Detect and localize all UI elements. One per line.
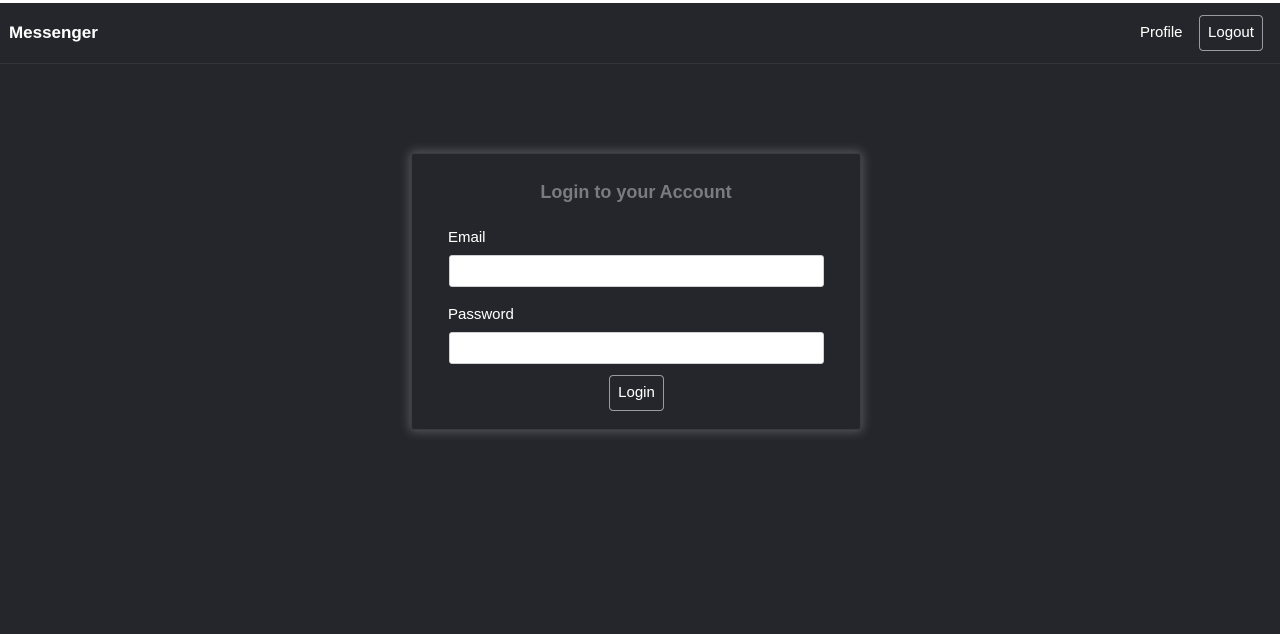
password-label: Password xyxy=(448,306,514,323)
brand-link[interactable]: Messenger xyxy=(9,23,98,43)
navbar: Messenger Profile Logout xyxy=(0,3,1280,64)
email-label: Email xyxy=(448,229,486,246)
logout-button[interactable]: Logout xyxy=(1199,15,1263,51)
password-field[interactable] xyxy=(449,332,824,364)
email-field[interactable] xyxy=(449,255,824,287)
login-button[interactable]: Login xyxy=(609,375,664,411)
login-title: Login to your Account xyxy=(540,182,732,202)
profile-link[interactable]: Profile xyxy=(1140,24,1183,41)
login-card: Login to your Account Email Password Log… xyxy=(411,153,861,430)
